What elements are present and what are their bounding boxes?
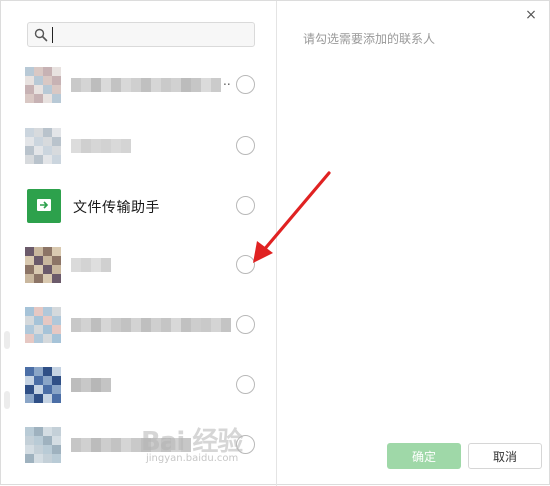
avatar [25, 67, 61, 103]
select-radio[interactable] [236, 136, 255, 155]
name-ellipsis: .. [223, 74, 231, 88]
contact-item[interactable] [1, 117, 276, 177]
confirm-button[interactable]: 确定 [387, 443, 461, 469]
avatar [25, 247, 61, 283]
avatar [25, 427, 61, 463]
contact-item[interactable] [1, 296, 276, 356]
cancel-button[interactable]: 取消 [468, 443, 542, 469]
list-edge-shadow [4, 391, 10, 409]
file-transfer-icon [27, 189, 61, 223]
contact-list-pane: .. 文件传输助手 [1, 1, 277, 486]
avatar [25, 128, 61, 164]
watermark-url: jingyan.baidu.com [146, 453, 239, 464]
select-radio[interactable] [236, 255, 255, 274]
selection-hint: 请勾选需要添加的联系人 [303, 32, 436, 46]
avatar [25, 307, 61, 343]
search-input[interactable] [50, 25, 254, 44]
add-contacts-dialog: .. 文件传输助手 × 请勾选需要添加的联系人 确定 取消 Bai 经验 jing… [0, 0, 550, 486]
selected-contacts-pane: × 请勾选需要添加的联系人 确定 取消 [278, 1, 550, 486]
contact-item[interactable] [1, 356, 276, 416]
contact-name: 文件传输助手 [73, 200, 160, 216]
search-box[interactable] [27, 22, 255, 47]
select-radio[interactable] [236, 196, 255, 215]
contact-item[interactable] [1, 236, 276, 296]
avatar [25, 367, 61, 403]
close-icon[interactable]: × [522, 6, 540, 24]
select-radio[interactable] [236, 75, 255, 94]
list-edge-shadow [4, 331, 10, 349]
search-icon [34, 28, 48, 42]
select-radio[interactable] [236, 375, 255, 394]
contact-item[interactable]: 文件传输助手 [1, 177, 276, 237]
select-radio[interactable] [236, 315, 255, 334]
contact-item[interactable]: .. [1, 56, 276, 116]
